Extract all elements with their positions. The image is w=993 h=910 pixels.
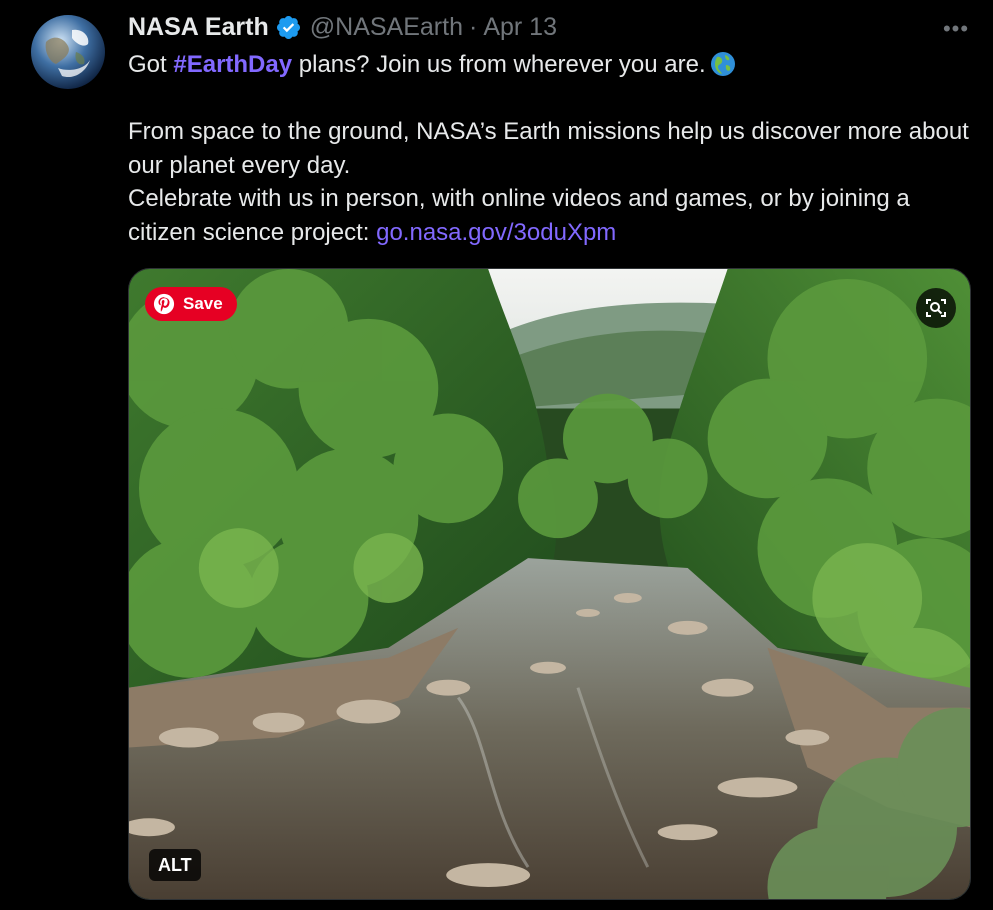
river-forest-photo <box>129 269 970 899</box>
tweet-text: Got #EarthDay plans? Join us from wherev… <box>128 48 978 249</box>
more-icon: ••• <box>942 16 970 41</box>
tweet-header: NASA Earth @NASAEarth · Apr 13 <box>128 10 557 44</box>
tweet-blank-line <box>128 82 978 116</box>
tweet-line-1: Got #EarthDay plans? Join us from wherev… <box>128 48 978 82</box>
handle[interactable]: @NASAEarth <box>310 13 463 42</box>
display-name[interactable]: NASA Earth <box>128 13 269 42</box>
text-segment: Got <box>128 51 174 78</box>
alt-text-badge[interactable]: ALT <box>149 849 201 881</box>
tweet-paragraph-3: Celebrate with us in person, with online… <box>128 182 978 249</box>
visual-search-icon <box>926 299 946 317</box>
verified-badge-icon <box>276 15 300 39</box>
pinterest-save-button[interactable]: Save <box>145 287 237 321</box>
text-segment: plans? Join us from wherever you are. <box>292 51 706 78</box>
tweet-link[interactable]: go.nasa.gov/3oduXpm <box>376 219 616 246</box>
avatar[interactable] <box>28 12 108 92</box>
globe-americas-icon <box>710 52 735 76</box>
more-options-button[interactable]: ••• <box>938 14 974 44</box>
tweet-media[interactable]: Save ALT <box>128 268 971 900</box>
earth-avatar-icon <box>31 15 105 89</box>
separator-dot: · <box>468 12 478 41</box>
tweet-date[interactable]: Apr 13 <box>483 13 557 42</box>
hashtag-link[interactable]: #EarthDay <box>173 51 292 78</box>
visual-search-button[interactable] <box>916 288 956 328</box>
tweet-paragraph-2: From space to the ground, NASA’s Earth m… <box>128 118 969 179</box>
pinterest-icon <box>153 293 175 315</box>
save-label: Save <box>183 294 223 313</box>
